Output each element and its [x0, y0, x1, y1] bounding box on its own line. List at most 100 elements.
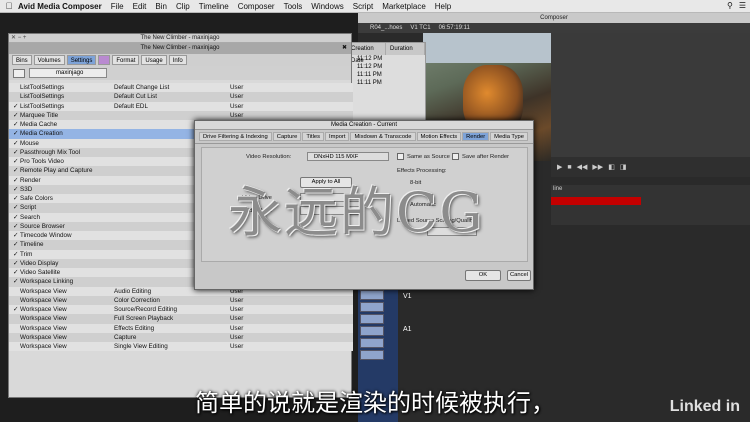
- settings-row[interactable]: ✓ ListToolSettings Default EDL User: [9, 101, 353, 111]
- tab-render[interactable]: Render: [462, 132, 490, 141]
- video-resolution-label: Video Resolution:: [246, 154, 292, 160]
- tab-capture[interactable]: Capture: [272, 132, 302, 141]
- menu-bin[interactable]: Bin: [155, 2, 167, 11]
- record-monitor[interactable]: [551, 33, 750, 161]
- project-title-bar: ✕ − + The New Climber - maxinjago: [9, 34, 351, 43]
- app-menu[interactable]: Avid Media Composer: [18, 2, 102, 11]
- project-title: The New Climber - maxinjago: [140, 35, 220, 41]
- menu-clip[interactable]: Clip: [176, 2, 190, 11]
- timecode-display: 06:57:19:11: [438, 25, 470, 31]
- track-v1[interactable]: V1: [403, 293, 412, 300]
- row-name: Workspace View: [20, 343, 67, 350]
- tab-settings[interactable]: Settings: [66, 55, 97, 65]
- project-subtitle: The New Climber - maxinjago: [140, 45, 220, 51]
- tab-bins[interactable]: Bins: [12, 55, 32, 65]
- save-after-render-checkbox[interactable]: [452, 153, 459, 160]
- row-name: Source Browser: [20, 222, 65, 230]
- tab-titles[interactable]: Titles: [302, 132, 325, 141]
- row-name: Timeline: [20, 241, 44, 249]
- track-button[interactable]: [360, 302, 384, 312]
- menu-tools[interactable]: Tools: [284, 2, 303, 11]
- settings-row[interactable]: ✓ Workspace View Source/Record Editing User: [9, 305, 353, 315]
- close-icon[interactable]: ✖: [342, 43, 347, 54]
- tab-import[interactable]: Import: [325, 132, 350, 141]
- menu-help[interactable]: Help: [435, 2, 451, 11]
- apple-icon[interactable]: : [0, 1, 18, 11]
- row-kind: User: [230, 84, 244, 91]
- menu-marketplace[interactable]: Marketplace: [382, 2, 426, 11]
- list-icon[interactable]: ☰: [739, 1, 746, 10]
- menu-windows[interactable]: Windows: [311, 2, 343, 11]
- video-resolution-select[interactable]: DNxHD 115 MXF: [307, 152, 389, 161]
- bin-row[interactable]: 11:11 PM: [347, 79, 425, 87]
- track-button[interactable]: [360, 350, 384, 360]
- tab-color-icon[interactable]: [98, 55, 111, 65]
- column-duration[interactable]: Duration: [386, 43, 425, 55]
- settings-row[interactable]: Workspace View Full Screen Playback User: [9, 314, 353, 324]
- settings-row[interactable]: ✓ Marquee Title User: [9, 110, 353, 120]
- row-name: Workspace Linking: [20, 278, 74, 286]
- track-label[interactable]: V1 TC1: [410, 25, 430, 31]
- same-as-source-checkbox[interactable]: [397, 153, 404, 160]
- row-description: Single View Editing: [114, 343, 168, 350]
- tab-motion-effects[interactable]: Motion Effects: [416, 132, 462, 141]
- timeline-render-bar: [551, 197, 641, 205]
- row-kind: User: [230, 306, 244, 313]
- row-name: Pro Tools Video: [20, 158, 64, 165]
- bin-row[interactable]: 11:11 PM: [347, 71, 425, 79]
- ok-button[interactable]: OK: [465, 270, 501, 281]
- clip-name[interactable]: R04_...hoes: [370, 25, 402, 31]
- row-name: Media Creation: [20, 130, 63, 138]
- settings-row[interactable]: Workspace View Capture User: [9, 332, 353, 342]
- settings-row[interactable]: Workspace View Single View Editing User: [9, 342, 353, 352]
- row-name: Timecode Window: [20, 232, 72, 239]
- row-kind: User: [230, 343, 244, 350]
- tab-drive-filtering[interactable]: Drive Filtering & Indexing: [199, 132, 272, 141]
- bin-row[interactable]: 11:12 PM: [347, 63, 425, 71]
- menu-file[interactable]: File: [111, 2, 124, 11]
- window-controls[interactable]: ✕ − +: [11, 34, 26, 43]
- timeline-area[interactable]: line: [551, 185, 750, 225]
- settings-row[interactable]: Workspace View Effects Editing User: [9, 323, 353, 333]
- rewind-icon[interactable]: ◀◀: [577, 163, 588, 171]
- track-button[interactable]: [360, 326, 384, 336]
- mark-out-icon[interactable]: ◨: [620, 163, 627, 171]
- tab-format[interactable]: Format: [112, 55, 140, 65]
- menu-script[interactable]: Script: [353, 2, 373, 11]
- menu-timeline[interactable]: Timeline: [199, 2, 229, 11]
- row-name: Remote Play and Capture: [20, 167, 93, 175]
- subtitle-caption: 简单的说就是渲染的时候被执行，: [195, 389, 555, 417]
- cancel-button[interactable]: Cancel: [507, 270, 531, 281]
- row-name: ListToolSettings: [20, 84, 65, 91]
- row-kind: User: [230, 111, 244, 119]
- user-select[interactable]: maxinjago: [29, 68, 107, 78]
- row-name: Workspace View: [20, 306, 67, 313]
- play-icon[interactable]: ▶: [557, 163, 562, 171]
- tab-info[interactable]: Info: [168, 55, 187, 65]
- forward-icon[interactable]: ▶▶: [592, 163, 603, 171]
- tab-media-type[interactable]: Media Type: [490, 132, 529, 141]
- settings-row[interactable]: ListToolSettings Default Cut List User: [9, 92, 353, 102]
- settings-row[interactable]: Workspace View Color Correction User: [9, 295, 353, 305]
- track-a1[interactable]: A1: [403, 326, 412, 333]
- row-kind: User: [230, 296, 244, 304]
- stop-icon[interactable]: ■: [567, 164, 571, 171]
- column-creation-date[interactable]: Creation Date: [347, 43, 386, 64]
- track-button[interactable]: [360, 314, 384, 324]
- menu-composer[interactable]: Composer: [238, 2, 275, 11]
- status-icons: ⚲ ☰: [727, 1, 746, 10]
- tab-mixdown[interactable]: Mixdown & Transcode: [350, 132, 416, 141]
- search-icon[interactable]: ⚲: [727, 1, 733, 10]
- list-view-icon[interactable]: [13, 68, 25, 78]
- row-name: Script: [20, 204, 37, 212]
- track-button[interactable]: [360, 290, 384, 300]
- bin-row[interactable]: 11:12 PM: [347, 55, 425, 63]
- row-description: Source/Record Editing: [114, 306, 178, 313]
- mark-in-icon[interactable]: ◧: [608, 163, 615, 171]
- tab-volumes[interactable]: Volumes: [33, 55, 65, 65]
- row-name: ListToolSettings: [20, 93, 65, 101]
- menu-edit[interactable]: Edit: [133, 2, 147, 11]
- settings-row[interactable]: ListToolSettings Default Change List User: [9, 83, 353, 93]
- track-button[interactable]: [360, 338, 384, 348]
- tab-usage[interactable]: Usage: [141, 55, 167, 65]
